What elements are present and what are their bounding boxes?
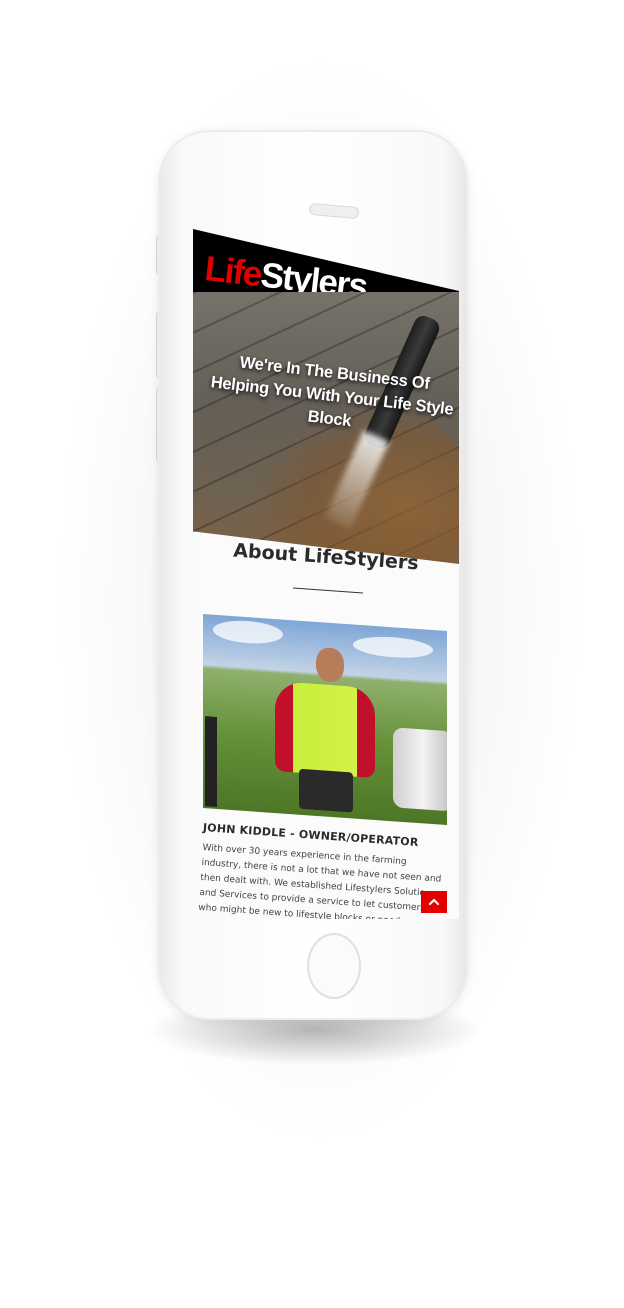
photo-cloud bbox=[353, 634, 433, 661]
photo-person-shirt bbox=[275, 681, 375, 779]
back-to-top-button[interactable] bbox=[421, 891, 447, 913]
photo-water-tank bbox=[393, 727, 447, 812]
heading-divider bbox=[293, 587, 363, 594]
photo-person-head bbox=[316, 646, 344, 683]
logo-text-life: Life bbox=[202, 249, 264, 295]
chevron-up-icon bbox=[428, 898, 440, 906]
phone-home-button bbox=[307, 933, 361, 999]
owner-photo bbox=[203, 614, 447, 826]
phone-screen: LifeStylers We're In The Business Of Hel… bbox=[193, 229, 459, 919]
owner-bio: With over 30 years experience in the far… bbox=[197, 842, 442, 919]
photo-person-shorts bbox=[299, 768, 353, 813]
photo-cloud bbox=[213, 618, 283, 646]
hero-banner: We're In The Business Of Helping You Wit… bbox=[193, 292, 459, 564]
photo-fence-post bbox=[205, 716, 217, 807]
